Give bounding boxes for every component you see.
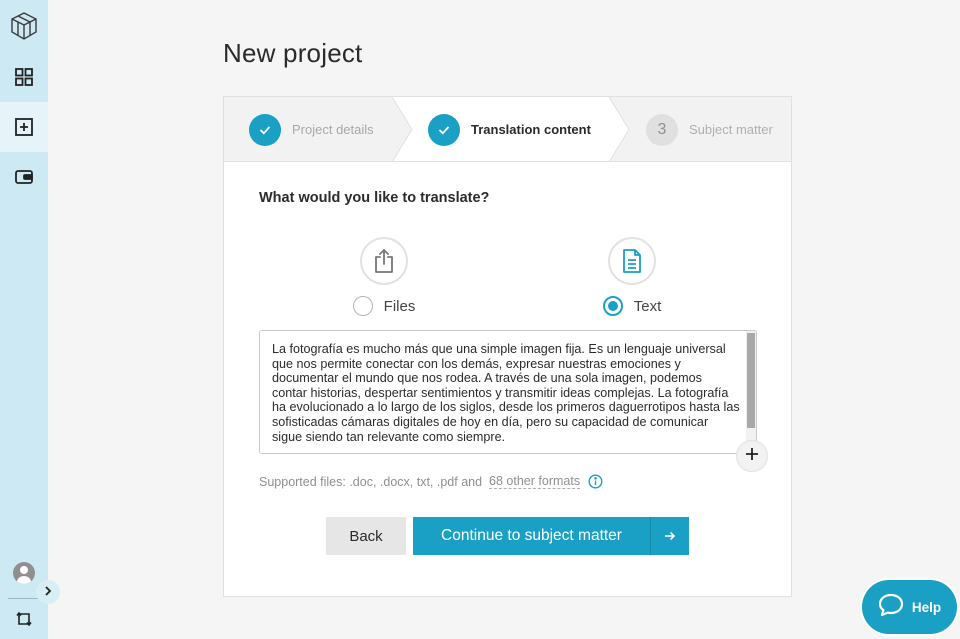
upload-icon [360,237,408,285]
user-avatar-icon[interactable] [13,562,35,584]
continue-button-label: Continue to subject matter [441,527,622,544]
translation-text-value[interactable]: La fotografía es mucho más que una simpl… [272,342,740,444]
switch-account-icon[interactable] [0,599,48,639]
stepper-chevron-2 [609,97,639,161]
text-scrollbar[interactable] [746,331,756,453]
continue-button[interactable]: Continue to subject matter [413,517,689,555]
other-formats-link[interactable]: 68 other formats [489,474,581,489]
step-label: Project details [292,122,374,137]
document-icon [608,237,656,285]
check-icon [249,113,281,146]
page-title: New project [223,38,363,68]
supported-files-note: Supported files: .doc, .docx, txt, .pdf … [259,474,603,489]
help-label: Help [911,599,942,615]
dashboard-grid-icon [14,67,34,87]
step-subject-matter: 3 Subject matter [646,97,773,161]
option-text-label: Text [633,297,662,315]
step-number: 3 [646,113,678,146]
option-text[interactable]: Text [572,237,692,316]
content-question: What would you like to translate? [259,190,490,206]
wallet-icon [14,169,34,185]
step-project-details[interactable]: Project details [249,97,374,161]
radio-files[interactable] [352,296,373,316]
translation-text-input[interactable]: La fotografía es mucho más que una simpl… [259,330,757,454]
add-text-button[interactable] [736,440,768,472]
radio-text[interactable] [602,296,623,316]
supported-files-text: Supported files: .doc, .docx, txt, .pdf … [259,474,483,489]
back-button[interactable]: Back [326,517,406,555]
check-icon [428,113,460,146]
chevron-right-icon [43,583,53,601]
sidebar-item-wallet[interactable] [0,152,48,202]
arrow-right-icon [650,517,689,555]
new-project-card: Project details Translation content 3 Su… [223,96,792,597]
sidebar-item-dashboard[interactable] [0,52,48,102]
stepper: Project details Translation content 3 Su… [224,97,791,162]
sidebar-item-new-project[interactable] [0,102,48,152]
stepper-chevron-1 [374,97,413,161]
plus-icon [745,447,759,466]
step-label: Subject matter [689,122,773,137]
help-button[interactable]: Help [862,580,957,634]
sidebar-expand-button[interactable] [36,580,60,604]
step-translation-content[interactable]: Translation content [428,97,591,161]
chat-bubble-icon [878,593,904,622]
info-icon[interactable] [588,474,603,489]
sidebar [0,0,48,639]
option-files[interactable]: Files [324,237,444,316]
logo-cube-icon[interactable] [0,0,48,52]
text-scrollbar-thumb[interactable] [747,333,755,428]
option-files-label: Files [383,297,416,315]
new-project-plus-icon [14,117,34,137]
step-label: Translation content [471,122,591,137]
